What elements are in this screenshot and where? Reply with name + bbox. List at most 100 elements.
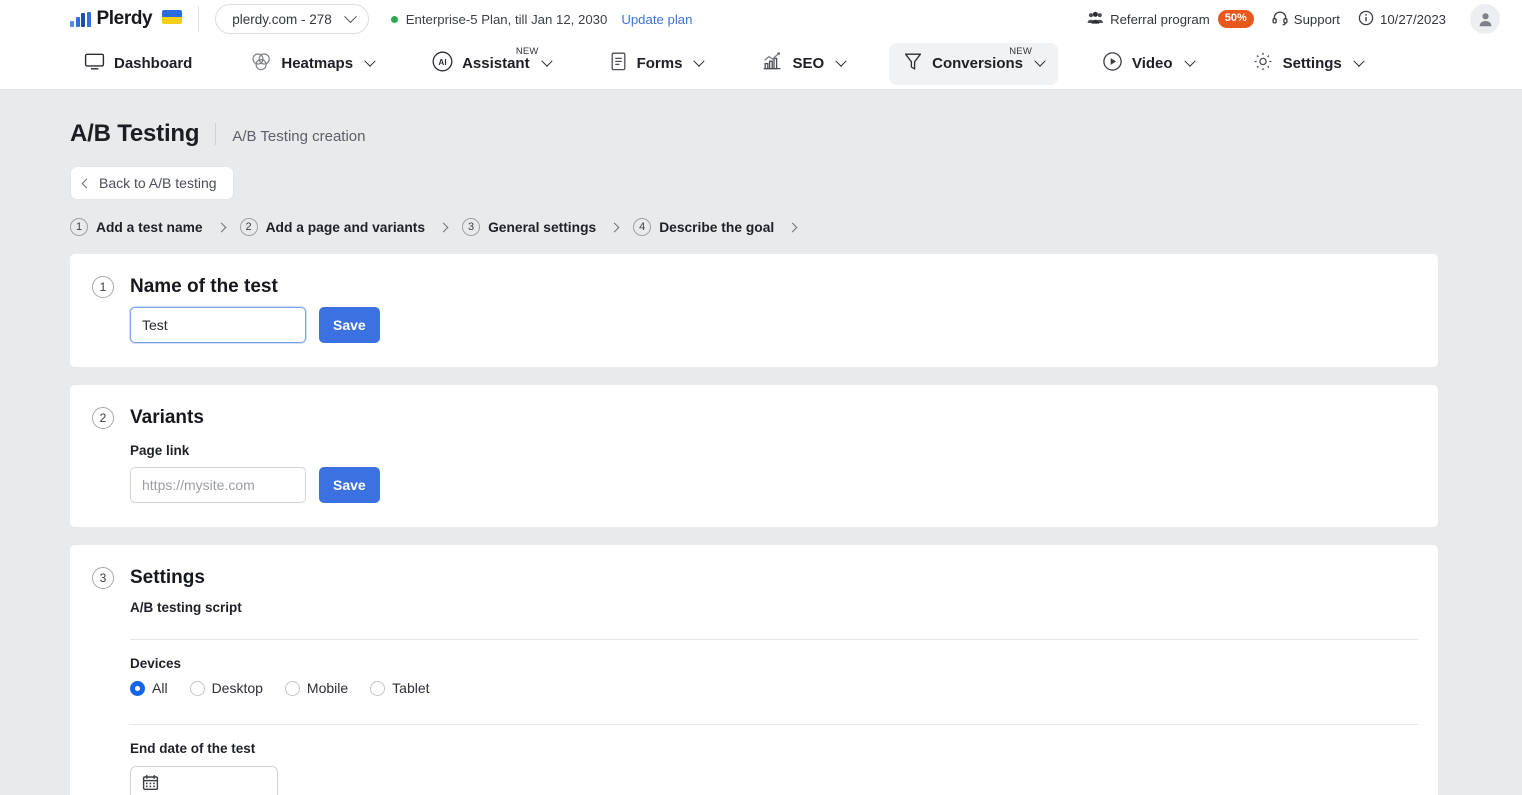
top-bar: Plerdy plerdy.com - 278 Enterprise-5 Pla… bbox=[0, 0, 1522, 38]
end-date-label: End date of the test bbox=[130, 741, 256, 756]
radio-icon[interactable] bbox=[284, 680, 300, 696]
nav-item-video[interactable]: Video bbox=[1088, 43, 1208, 85]
step-add-a-page-and-variants[interactable]: 2 Add a page and variants bbox=[239, 218, 426, 236]
step-label: Add a page and variants bbox=[265, 219, 426, 235]
nav-item-forms[interactable]: Forms bbox=[595, 43, 718, 85]
ab-testing-script-label: A/B testing script bbox=[130, 600, 242, 615]
referral-program-label: Referral program bbox=[1110, 11, 1210, 27]
support-button[interactable]: Support bbox=[1272, 10, 1340, 29]
update-plan-link[interactable]: Update plan bbox=[621, 12, 692, 27]
page-subtitle: A/B Testing creation bbox=[232, 128, 366, 145]
nav-label: Video bbox=[1131, 55, 1173, 72]
step-add-a-test-name[interactable]: 1 Add a test name bbox=[70, 218, 203, 236]
radio-icon[interactable] bbox=[370, 680, 386, 696]
avatar[interactable] bbox=[1470, 4, 1500, 34]
divider bbox=[130, 639, 1418, 640]
device-option-desktop[interactable]: Desktop bbox=[189, 680, 263, 696]
step-number: 1 bbox=[70, 218, 88, 236]
chevron-right-icon bbox=[438, 222, 449, 232]
chevron-down-icon bbox=[1353, 55, 1365, 67]
card-body: A/B testing script Devices All Desktop M… bbox=[70, 600, 1438, 795]
step-number: 2 bbox=[239, 218, 258, 236]
page-link-label: Page link bbox=[130, 443, 190, 458]
chevron-right-icon bbox=[609, 222, 620, 232]
step-label: Describe the goal bbox=[659, 219, 775, 235]
script-area bbox=[130, 615, 1418, 639]
nav-item-seo[interactable]: SEO bbox=[747, 43, 859, 85]
top-bar-right: Referral program 50% Support 10/27/2023 bbox=[1087, 4, 1500, 34]
headset-icon bbox=[1272, 10, 1288, 29]
main-navigation: Dashboard Heatmaps AI Assistant NEW Form… bbox=[0, 38, 1522, 90]
nav-label: SEO bbox=[792, 55, 825, 72]
referral-program-button[interactable]: Referral program 50% bbox=[1087, 10, 1254, 28]
new-badge: NEW bbox=[515, 45, 539, 57]
radio-icon[interactable] bbox=[189, 680, 205, 696]
chevron-down-icon bbox=[343, 9, 357, 23]
divider bbox=[130, 724, 1418, 725]
page-link-input[interactable] bbox=[130, 467, 306, 503]
devices-radio-group: All Desktop Mobile Tablet bbox=[130, 680, 1418, 696]
date-indicator[interactable]: 10/27/2023 bbox=[1358, 10, 1446, 29]
device-label: Tablet bbox=[392, 680, 430, 696]
device-option-tablet[interactable]: Tablet bbox=[370, 680, 430, 696]
chevron-right-icon bbox=[787, 222, 798, 232]
nav-item-dashboard[interactable]: Dashboard bbox=[70, 43, 206, 85]
test-name-row: Save bbox=[130, 307, 1418, 343]
card-number: 2 bbox=[92, 407, 114, 429]
device-label: Mobile bbox=[306, 680, 349, 696]
device-label: All bbox=[152, 680, 168, 696]
device-option-mobile[interactable]: Mobile bbox=[284, 680, 349, 696]
step-number: 4 bbox=[633, 218, 652, 236]
current-date-label: 10/27/2023 bbox=[1379, 11, 1446, 27]
save-page-link-button[interactable]: Save bbox=[319, 467, 380, 503]
device-option-all[interactable]: All bbox=[130, 680, 168, 696]
nav-label: Dashboard bbox=[114, 55, 193, 72]
test-name-input[interactable] bbox=[130, 307, 306, 343]
card-title: Name of the test bbox=[130, 276, 278, 297]
step-general-settings[interactable]: 3 General settings bbox=[462, 218, 596, 236]
venn-circles-icon bbox=[250, 52, 272, 76]
back-button-label: Back to A/B testing bbox=[99, 175, 217, 191]
card-number: 3 bbox=[92, 567, 114, 589]
monitor-icon bbox=[84, 52, 105, 75]
document-icon bbox=[609, 51, 628, 76]
nav-item-assistant[interactable]: AI Assistant NEW bbox=[418, 43, 565, 85]
card-variants: 2 Variants Page link Save bbox=[70, 385, 1438, 527]
logo-text: Plerdy bbox=[96, 8, 153, 29]
card-body: Page link Save bbox=[70, 443, 1438, 503]
site-selector-label: plerdy.com - 278 bbox=[232, 11, 332, 27]
radio-icon[interactable] bbox=[130, 680, 145, 696]
device-label: Desktop bbox=[211, 680, 263, 696]
step-breadcrumb: 1 Add a test name 2 Add a page and varia… bbox=[70, 218, 1452, 236]
chevron-down-icon bbox=[540, 55, 553, 67]
plerdy-logo[interactable]: Plerdy bbox=[70, 8, 183, 30]
chevron-right-icon bbox=[216, 222, 227, 232]
devices-label: Devices bbox=[130, 656, 182, 671]
save-test-name-button[interactable]: Save bbox=[319, 307, 380, 343]
svg-text:AI: AI bbox=[438, 58, 446, 67]
referral-discount-badge: 50% bbox=[1217, 10, 1254, 28]
card-title: Settings bbox=[130, 567, 205, 588]
nav-label: Conversions bbox=[932, 55, 1023, 72]
end-date-input[interactable] bbox=[130, 766, 278, 795]
site-selector[interactable]: plerdy.com - 278 bbox=[215, 4, 369, 34]
chevron-down-icon bbox=[364, 55, 376, 67]
nav-item-conversions[interactable]: Conversions NEW bbox=[889, 42, 1058, 85]
card-header: 2 Variants bbox=[70, 407, 1438, 429]
page-content: A/B Testing A/B Testing creation Back to… bbox=[0, 90, 1522, 795]
nav-item-settings[interactable]: Settings bbox=[1238, 43, 1377, 85]
chevron-down-icon bbox=[1034, 55, 1046, 67]
people-icon bbox=[1087, 11, 1104, 28]
step-describe-the-goal[interactable]: 4 Describe the goal bbox=[633, 218, 774, 236]
nav-item-heatmaps[interactable]: Heatmaps bbox=[236, 43, 388, 85]
nav-label: Forms bbox=[636, 55, 683, 72]
ukraine-flag-icon bbox=[162, 10, 183, 24]
nav-label: Assistant bbox=[462, 55, 530, 72]
play-circle-icon bbox=[1102, 51, 1123, 76]
card-header: 3 Settings bbox=[70, 567, 1438, 589]
back-to-ab-testing-button[interactable]: Back to A/B testing bbox=[70, 166, 234, 200]
step-number: 3 bbox=[462, 218, 481, 236]
divider bbox=[198, 6, 200, 32]
nav-label: Settings bbox=[1282, 55, 1342, 72]
page-header: A/B Testing A/B Testing creation bbox=[70, 90, 1452, 148]
